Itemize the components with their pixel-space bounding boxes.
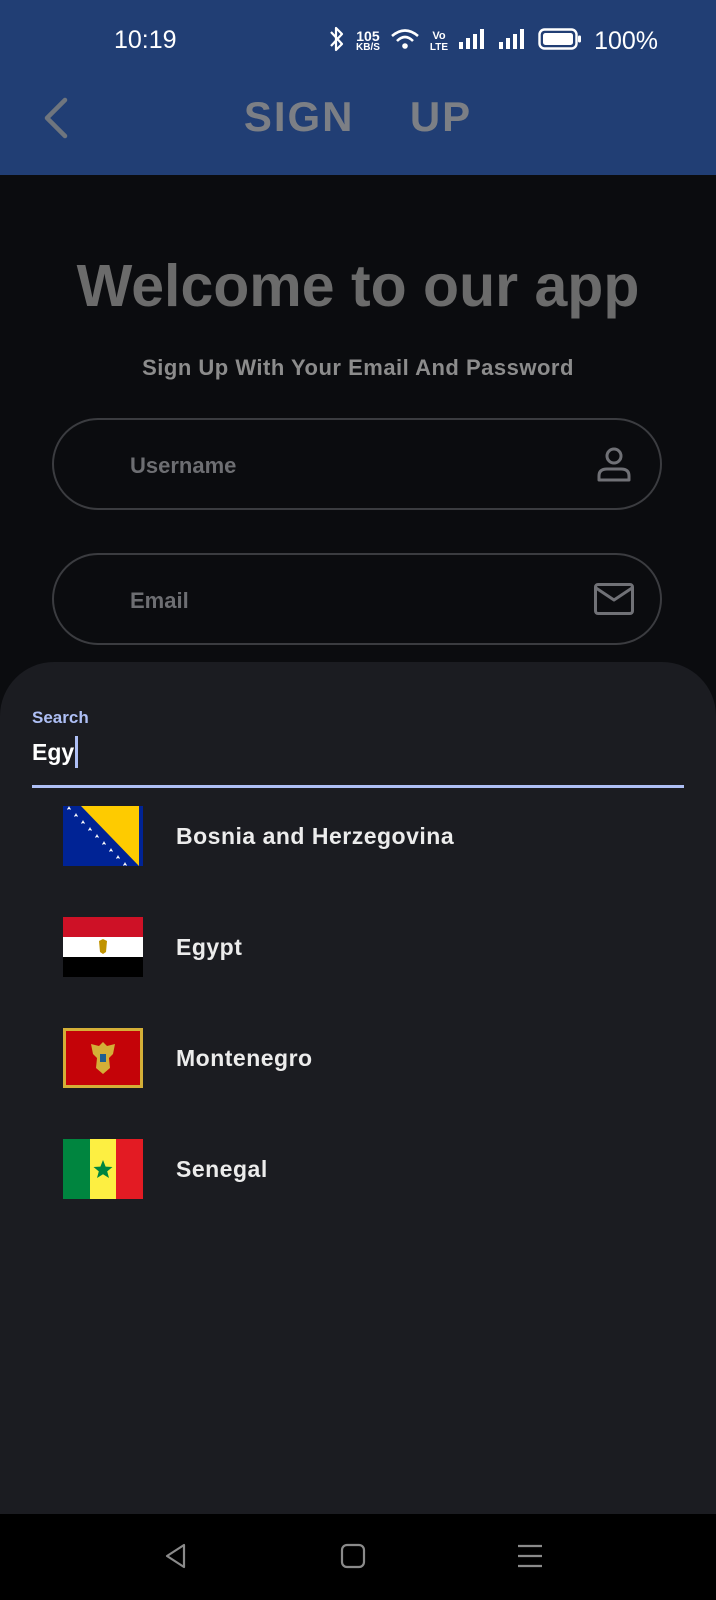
network-speed-unit: KB/S [356, 42, 380, 53]
country-name: Senegal [176, 1156, 268, 1182]
network-speed: 105 KB/S [356, 29, 380, 53]
search-input-value: Egy [32, 738, 75, 765]
country-item-egypt[interactable]: Egypt [0, 907, 716, 987]
app-bar: 10:19 105 KB/S Vo LTE 100% SIGN UP [0, 0, 716, 175]
battery-icon [538, 27, 582, 56]
signal-icon [458, 28, 488, 55]
email-field[interactable]: Email [52, 553, 662, 645]
menu-lines-icon [516, 1542, 544, 1575]
system-nav-bar [0, 1514, 716, 1600]
subtitle: Sign Up With Your Email And Password [142, 355, 574, 380]
search-label: Search [32, 708, 89, 727]
country-item-bosnia-and-herzegovina[interactable]: Bosnia and Herzegovina [0, 796, 716, 876]
search-underline [32, 785, 684, 788]
text-caret [75, 736, 79, 768]
nav-back-button[interactable] [156, 1538, 196, 1578]
country-name: Egypt [176, 934, 243, 960]
nav-recents-button[interactable] [510, 1538, 550, 1578]
back-triangle-icon [162, 1542, 190, 1575]
status-icons: 105 KB/S Vo LTE 100% [328, 24, 658, 58]
country-item-montenegro[interactable]: Montenegro [0, 1018, 716, 1098]
page-title: SIGN UP [243, 93, 473, 140]
bluetooth-icon [328, 25, 346, 58]
battery-percent: 100% [594, 26, 659, 55]
country-item-senegal[interactable]: Senegal [0, 1129, 716, 1209]
welcome-heading: Welcome to our app [76, 253, 640, 319]
volte-icon: Vo LTE [430, 30, 448, 53]
person-icon [594, 444, 634, 484]
flag-egypt [63, 917, 143, 977]
username-field[interactable]: Username [52, 418, 662, 510]
status-time: 10:19 [114, 26, 177, 54]
sign-up-screen: 10:19 105 KB/S Vo LTE 100% SIGN UP Welco… [0, 0, 716, 1600]
network-speed-value: 105 [356, 28, 380, 44]
flag-montenegro [63, 1028, 143, 1088]
username-placeholder: Username [130, 453, 237, 478]
search-input[interactable]: Egy [32, 736, 79, 768]
country-name: Bosnia and Herzegovina [176, 823, 455, 849]
signal-icon [498, 28, 528, 55]
wifi-icon [390, 27, 420, 56]
email-placeholder: Email [130, 588, 189, 613]
mail-icon [594, 579, 634, 619]
flag-bosnia-and-herzegovina [63, 806, 143, 866]
volte-label: Vo [432, 29, 446, 42]
country-picker-sheet: Search Egy Bosnia and Herzegovina Egypt … [0, 662, 716, 1514]
flag-senegal [63, 1139, 143, 1199]
home-square-icon [339, 1542, 367, 1575]
country-name: Montenegro [176, 1045, 313, 1071]
nav-home-button[interactable] [333, 1538, 373, 1578]
lte-label: LTE [429, 41, 449, 53]
